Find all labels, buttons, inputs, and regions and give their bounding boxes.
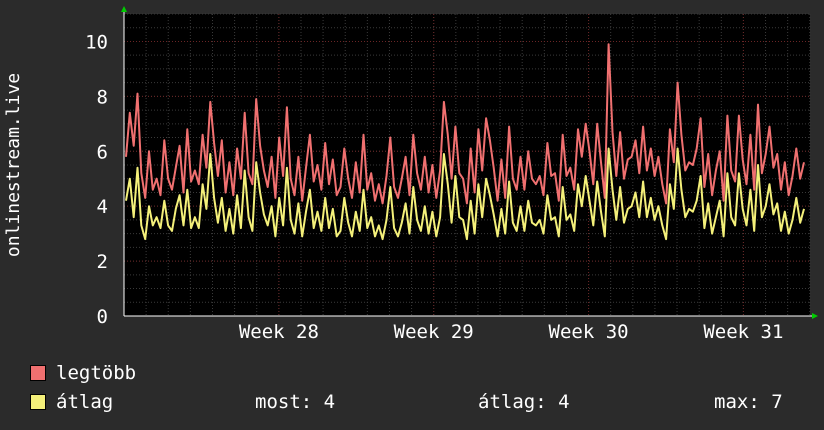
legend-label-atlag: átlag <box>56 391 114 413</box>
legend-item-legtobb: legtöbb <box>30 362 136 384</box>
stat-atlag: átlag: 4 <box>478 391 570 413</box>
x-tick-label: Week 28 <box>239 321 319 343</box>
x-tick-label: Week 30 <box>549 321 629 343</box>
y-tick-label: 2 <box>97 251 108 273</box>
x-tick-label: Week 31 <box>703 321 783 343</box>
legend-label-legtobb: legtöbb <box>56 362 137 384</box>
legend-swatch-legtobb <box>30 365 46 381</box>
stat-max: max: 7 <box>714 391 783 413</box>
y-tick-label: 10 <box>85 31 108 53</box>
x-tick-label: Week 29 <box>394 321 474 343</box>
x-axis-arrow <box>812 313 818 319</box>
y-axis-label: onlinestream.live <box>3 73 24 257</box>
y-tick-label: 4 <box>97 196 108 218</box>
stat-most: most: 4 <box>255 391 336 413</box>
legend-swatch-atlag <box>30 394 46 410</box>
y-tick-label: 0 <box>97 306 108 328</box>
y-tick-label: 8 <box>97 86 108 108</box>
y-tick-label: 6 <box>97 141 108 163</box>
legend-item-atlag: átlag <box>30 391 113 413</box>
y-axis-arrow <box>121 6 127 12</box>
